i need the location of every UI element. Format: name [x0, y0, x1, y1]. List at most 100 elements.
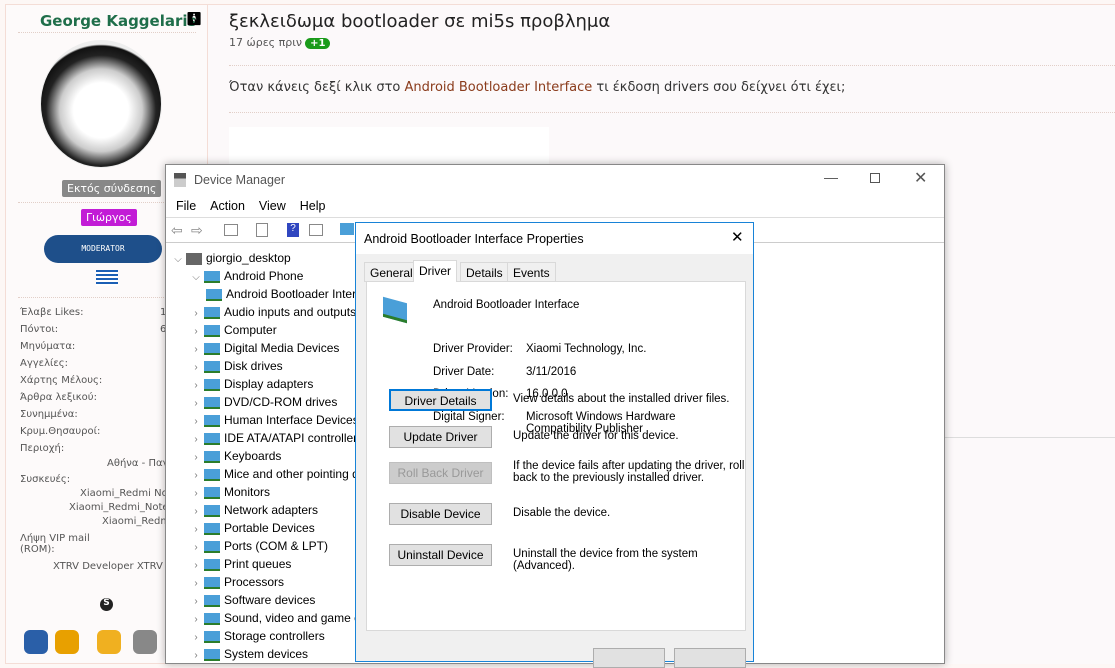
device-category-icon [204, 450, 220, 463]
device-category-icon [204, 522, 220, 535]
region-value: Αθήνα - Παγ [107, 458, 169, 469]
stat-label: Συνημμένα: [20, 409, 78, 420]
list-icon[interactable] [256, 223, 268, 237]
avatar[interactable] [40, 40, 162, 168]
device-category-icon [204, 558, 220, 571]
properties-icon[interactable] [224, 224, 238, 236]
tree-item[interactable]: › DVD/CD-ROM drives [170, 393, 356, 411]
uninstall-device-button[interactable]: Uninstall Device [389, 544, 492, 566]
field-value: Xiaomi Technology, Inc. [526, 343, 647, 355]
tree-item[interactable]: › Computer [170, 321, 356, 339]
device-category-icon [204, 324, 220, 337]
tab-driver[interactable]: Driver [413, 260, 457, 282]
menu-view[interactable]: View [259, 199, 286, 213]
tree-item[interactable]: › Network adapters [170, 501, 356, 519]
tree-item[interactable]: › Audio inputs and outputs [170, 303, 356, 321]
forward-icon[interactable]: ⇨ [191, 222, 203, 239]
tree-root[interactable]: ⌵ giorgio_desktop [170, 249, 356, 267]
tab-general[interactable]: General [364, 262, 419, 282]
dialog-title: Android Bootloader Interface Properties [364, 232, 584, 246]
tree-item[interactable]: › Software devices [170, 591, 356, 609]
post-link[interactable]: Android Bootloader Interface [405, 80, 593, 95]
tab-events[interactable]: Events [507, 262, 556, 282]
tree-item[interactable]: › Print queues [170, 555, 356, 573]
tree-item[interactable]: Android Bootloader Interface [170, 285, 356, 303]
field-label: Digital Signer: [433, 410, 505, 423]
menu-help[interactable]: Help [300, 199, 326, 213]
devices-label: Συσκευές: [20, 474, 71, 485]
status-badge: Εκτός σύνδεσης [62, 180, 162, 197]
device-category-icon [206, 288, 222, 301]
post-image [229, 127, 549, 167]
greek-flag-icon [96, 270, 118, 286]
tree-item[interactable]: › Human Interface Devices [170, 411, 356, 429]
menu-file[interactable]: File [176, 199, 196, 213]
tree-item[interactable]: › IDE ATA/ATAPI controllers [170, 429, 356, 447]
tree-item[interactable]: › Digital Media Devices [170, 339, 356, 357]
stat-label: Άρθρα λεξικού: [20, 392, 97, 403]
post-time: 17 ώρες πριν +1 [229, 36, 331, 49]
device-manager-icon [174, 173, 186, 187]
tree-item[interactable]: ⌵ Android Phone [170, 267, 356, 285]
device-category-icon [204, 648, 220, 661]
help-icon[interactable]: ? [287, 223, 299, 237]
update-driver-button[interactable]: Update Driver [389, 426, 492, 448]
device-category-icon [204, 486, 220, 499]
tree-item[interactable]: › Keyboards [170, 447, 356, 465]
disable-device-button[interactable]: Disable Device [389, 503, 492, 525]
device-category-icon [204, 306, 220, 319]
tab-details[interactable]: Details [460, 262, 509, 282]
male-icon: 🚹︎ [186, 12, 203, 27]
group-badge: Γιώργος [81, 209, 137, 226]
tree-item[interactable]: › Portable Devices [170, 519, 356, 537]
action-description: View details about the installed driver … [513, 393, 730, 405]
dialog-close-button[interactable]: ✕ [731, 228, 744, 246]
maximize-button[interactable] [870, 173, 880, 183]
back-icon[interactable]: ⇦ [171, 222, 183, 239]
username[interactable]: George Kaggelaris [40, 12, 196, 30]
stat-label: Χάρτης Μέλους: [20, 375, 103, 386]
field-label: Driver Provider: [433, 343, 513, 355]
tree-item[interactable]: › Processors [170, 573, 356, 591]
computer-icon [186, 252, 202, 265]
driver-details-button[interactable]: Driver Details [389, 389, 492, 411]
post-title: ξεκλειδωμα bootloader σε mi5s προβλημα [229, 11, 611, 32]
tree-item[interactable]: › Display adapters [170, 375, 356, 393]
close-button[interactable]: ✕ [914, 168, 927, 188]
cancel-button[interactable] [674, 648, 746, 668]
device-category-icon [204, 594, 220, 607]
device-category-icon [204, 432, 220, 445]
stat-label: Πόντοι: [20, 324, 59, 335]
scan-icon[interactable] [340, 223, 354, 235]
region-label: Περιοχή: [20, 443, 65, 454]
action-description: Uninstall the device from the system (Ad… [513, 548, 698, 572]
chevron-right-icon[interactable]: › [188, 647, 204, 663]
ok-button[interactable] [593, 648, 665, 668]
tree-item[interactable]: › Monitors [170, 483, 356, 501]
tree-item[interactable]: ›Mice and other pointing devices [170, 465, 356, 483]
moderator-badge: MODERATOR [44, 235, 162, 263]
vip-label: Λήψη VIP mail (ROM): [20, 533, 90, 555]
tree-item[interactable]: › Storage controllers [170, 627, 356, 645]
view-icon[interactable] [309, 224, 323, 236]
device-category-icon [204, 630, 220, 643]
device-name: Android Bootloader Interface [433, 299, 580, 311]
vip-value: XTRV Developer XTRV S [53, 561, 173, 572]
action-description: Disable the device. [513, 507, 611, 519]
device-category-icon [204, 414, 220, 427]
tablet-icon [24, 630, 48, 654]
tree-item[interactable]: › System devices [170, 645, 356, 663]
device-category-icon [204, 540, 220, 553]
tree-item[interactable]: › Disk drives [170, 357, 356, 375]
tree-item[interactable]: ›Sound, video and game controllers [170, 609, 356, 627]
roll-back-driver-button[interactable]: Roll Back Driver [389, 462, 492, 484]
vip-icon [55, 630, 79, 654]
minimize-button[interactable]: — [824, 169, 838, 185]
skype-icon[interactable]: S [100, 598, 113, 611]
like-count[interactable]: +1 [305, 38, 331, 49]
action-description: Update the driver for this device. [513, 430, 679, 442]
user-icon [97, 630, 121, 654]
tree-item[interactable]: › Ports (COM & LPT) [170, 537, 356, 555]
menu-action[interactable]: Action [210, 199, 245, 213]
stat-label: Αγγελίες: [20, 358, 69, 369]
